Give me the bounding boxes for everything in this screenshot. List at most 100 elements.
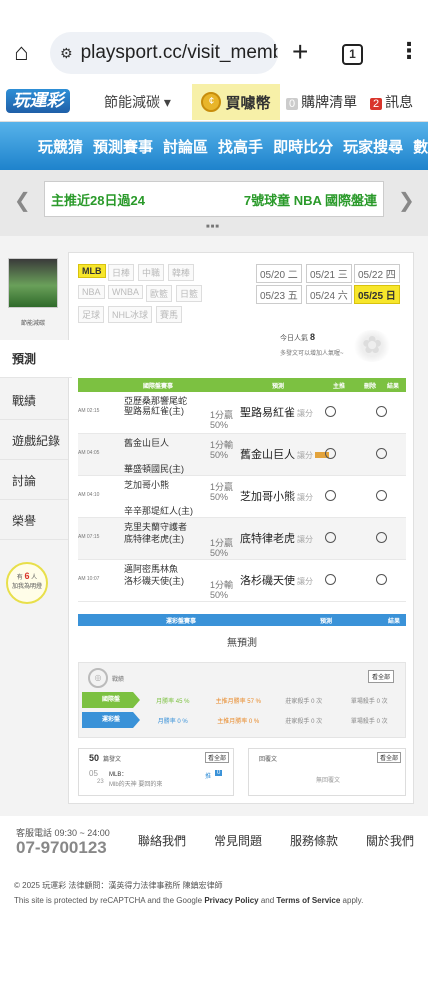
main-pick-radio[interactable] [325, 406, 336, 417]
sidebar-item-predict[interactable]: 預測 [0, 340, 72, 378]
col-header: 刪除 [363, 383, 376, 390]
today-popularity: 今日人氣 8 [280, 332, 315, 342]
stats-row-international: 國際盤 月勝率 45 % 主推月勝率 57 % 莊家殺手 0 次 單場殺手 0 … [82, 692, 402, 708]
cart-count: 0 [286, 98, 299, 110]
nav-item-livescore[interactable]: 即時比分 [273, 136, 333, 157]
chevron-right-icon[interactable]: ❯ [398, 188, 415, 213]
table-row: AM 04:05 舊金山巨人 華盛頓國民(主) 1分輸 50% 舊金山巨人 讓分 [78, 434, 406, 476]
nav-item-experts[interactable]: 找高手 [218, 136, 263, 157]
league-tab-npb[interactable]: 日棒 [108, 264, 135, 281]
delete-radio[interactable] [376, 574, 387, 585]
footer-link-about[interactable]: 關於我們 [366, 832, 414, 849]
date-tab[interactable]: 05/24 六 [306, 285, 352, 304]
post-link[interactable]: MLB： [109, 769, 127, 778]
no-prediction-text: 無預測 [227, 638, 257, 649]
posts-panel: 50 篇發文 看全部 05 23 MLB： Mlb的天神 要回的來 推 0 [78, 748, 234, 796]
sidebar-item-games[interactable]: 遊戲紀錄 [0, 422, 68, 460]
delete-radio[interactable] [376, 532, 387, 543]
date-tab[interactable]: 05/21 三 [306, 264, 352, 283]
nav-item-search[interactable]: 玩家搜尋 [343, 136, 403, 157]
delete-radio[interactable] [376, 490, 387, 501]
footer-link-terms[interactable]: 服務條款 [290, 832, 338, 849]
pick-link[interactable]: 底特律老虎 讓分 [240, 530, 313, 546]
ticker-banner[interactable]: 主推近28日過24 7號球童 NBA 國際盤連 [44, 181, 384, 217]
league-tab-kbo[interactable]: 韓棒 [168, 264, 195, 281]
cart-link[interactable]: 0 購牌清單 [286, 92, 357, 112]
user-menu[interactable]: 節能減碳 ▾ [104, 92, 171, 112]
profile-name: 節能減碳 [20, 321, 45, 327]
main-pick-radio[interactable] [325, 490, 336, 501]
address-bar[interactable]: ⚙ playsport.cc/visit_membe [50, 32, 278, 74]
terms-of-service-link[interactable]: Terms of Service [276, 896, 340, 905]
replies-panel: 回覆文 看全部 無回覆文 [248, 748, 406, 796]
avatar[interactable] [8, 258, 58, 308]
date-tab[interactable]: 05/20 二 [256, 264, 302, 283]
league-tab-horse[interactable]: 賽馬 [156, 306, 183, 323]
ticker-left-text: 主推近28日過24 [51, 192, 145, 208]
nav-item-data[interactable]: 數據 [413, 136, 428, 157]
privacy-policy-link[interactable]: Privacy Policy [204, 896, 258, 905]
more-menu-icon[interactable]: ⋮ [398, 40, 420, 62]
main-pick-radio[interactable] [325, 448, 336, 459]
col-header: 國際盤賽事 [142, 383, 173, 390]
col-header: 結果 [386, 383, 399, 390]
copyright-text: © 2025 玩運彩 法律顧問：漢英得力法律事務所 陳鎮宏律師 [14, 881, 223, 890]
league-tab-jbl[interactable]: 日籃 [176, 285, 203, 302]
date-tab[interactable]: 05/22 四 [354, 264, 400, 283]
stats-row-lottery: 運彩盤 月勝率 0 % 主推月勝率 0 % 莊家殺手 0 次 單場殺手 0 次 [82, 712, 402, 728]
league-tab-nhl[interactable]: NHL冰球 [108, 306, 153, 323]
league-tab-soccer[interactable]: 足球 [78, 306, 105, 323]
table-row: AM 02:15 亞歷桑那響尾蛇 聖路易紅雀(主) 1分贏 50% 聖路易紅雀 讓分 [78, 392, 406, 434]
league-tab-wnba[interactable]: WNBA [108, 285, 143, 299]
main-nav: 玩競猜 預測賽事 討論區 找高手 即時比分 玩家搜尋 數據 [0, 122, 428, 170]
new-tab-icon[interactable]: + [292, 38, 308, 66]
chevron-left-icon[interactable]: ❮ [14, 188, 31, 213]
prediction-table-header: 國際盤賽事 預測 主推 刪除 結果 [78, 378, 406, 392]
delete-radio[interactable] [376, 406, 387, 417]
sidebar-item-forum[interactable]: 討論 [0, 462, 68, 500]
footer-link-contact[interactable]: 聯絡我們 [138, 832, 186, 849]
table-row: AM 07:15 克里夫蘭守護者 底特律老虎(主) 1分贏 50% 底特律老虎 讓分 [78, 518, 406, 560]
site-settings-icon[interactable]: ⚙ [60, 45, 73, 62]
pager-dots: ■■■ [206, 224, 220, 230]
pick-link[interactable]: 芝加哥小熊 讓分 [240, 488, 313, 504]
replies-view-all-button[interactable]: 看全部 [377, 752, 402, 763]
league-tab-cpbl[interactable]: 中職 [138, 264, 165, 281]
home-icon[interactable]: ⌂ [14, 40, 40, 66]
nav-item-play[interactable]: 玩競猜 [38, 136, 83, 157]
message-count: 2 [370, 98, 383, 110]
buy-coin-button[interactable]: ¢ 買噱幣 [192, 84, 280, 120]
league-tab-euro[interactable]: 歐籃 [146, 285, 173, 302]
messages-link[interactable]: 2 訊息 [370, 92, 413, 112]
ticker-right-text: 7號球童 NBA 國際盤連 [243, 192, 377, 208]
delete-radio[interactable] [376, 448, 387, 459]
pick-link[interactable]: 舊金山巨人 讓分 [240, 446, 329, 462]
coin-icon: ¢ [201, 92, 222, 112]
nav-item-forum[interactable]: 討論區 [163, 136, 208, 157]
col-header: 主推 [332, 383, 345, 390]
main-pick-radio[interactable] [325, 574, 336, 585]
date-tab-selected[interactable]: 05/25 日 [354, 285, 400, 304]
pick-link[interactable]: 聖路易紅雀 讓分 [240, 404, 313, 420]
league-tab-mlb[interactable]: MLB [78, 264, 106, 278]
stats-title: 戰績 [112, 677, 125, 683]
sidebar-item-honor[interactable]: 榮譽 [0, 502, 68, 540]
pick-link[interactable]: 洛杉磯天使 讓分 [240, 572, 313, 588]
follow-lightbulb-button[interactable]: 有 6 人 加我為明燈 [6, 562, 48, 604]
posts-view-all-button[interactable]: 看全部 [205, 752, 230, 763]
league-tab-nba[interactable]: NBA [78, 285, 105, 299]
table-row: AM 10:07 邁阿密馬林魚 洛杉磯天使(主) 1分輸 50% 洛杉磯天使 讓分 [78, 560, 406, 602]
site-logo[interactable]: 玩運彩 [6, 89, 70, 113]
stats-view-all-button[interactable]: 看全部 [368, 670, 395, 683]
sidebar-item-record[interactable]: 戰績 [0, 382, 68, 420]
main-pick-radio[interactable] [325, 532, 336, 543]
col-header: 預測 [271, 383, 284, 390]
support-phone[interactable]: 07-9700123 [16, 838, 107, 858]
footer-link-faq[interactable]: 常見問題 [214, 832, 262, 849]
tab-count-button[interactable]: 1 [342, 44, 363, 65]
lottery-table-header: 運彩盤賽事 預測 結果 [78, 614, 406, 626]
nav-item-predict[interactable]: 預測賽事 [93, 136, 153, 157]
recaptcha-notice: This site is protected by reCAPTCHA and … [14, 896, 364, 905]
table-row: AM 04:10 芝加哥小熊 辛辛那堤紅人(主) 1分贏 50% 芝加哥小熊 讓分 [78, 476, 406, 518]
date-tab[interactable]: 05/23 五 [256, 285, 302, 304]
